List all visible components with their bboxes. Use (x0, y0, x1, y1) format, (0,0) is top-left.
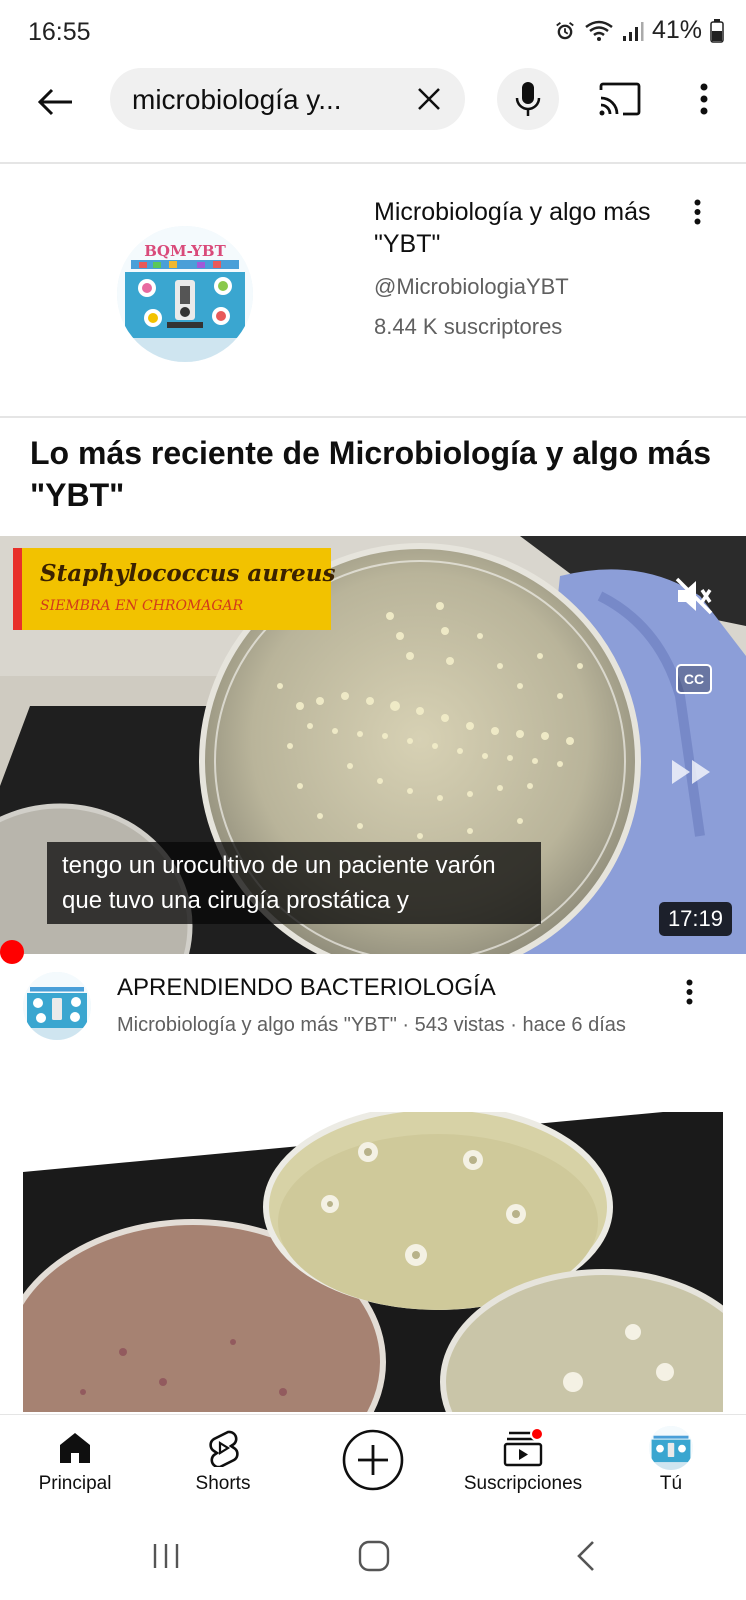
channel-avatar[interactable]: BQM-YBT (117, 226, 253, 362)
channel-more-button[interactable] (682, 192, 712, 232)
captions-label: CC (683, 671, 705, 687)
status-bar: 16:55 41% (0, 0, 746, 62)
channel-name[interactable]: Microbiología y algo más "YBT" (374, 196, 694, 260)
more-vert-icon (700, 83, 708, 115)
channel-logo: BQM-YBT (117, 226, 253, 362)
video-meta[interactable]: APRENDIENDO BACTERIOLOGÍA Microbiología … (0, 960, 746, 1070)
fast-forward-icon[interactable] (670, 758, 712, 786)
title-card-main: Staphylococcus aureus (40, 560, 336, 587)
back-arrow-icon (38, 88, 72, 116)
nav-label-you: Tú (659, 1473, 683, 1494)
home-system-button[interactable] (344, 1536, 404, 1576)
notification-dot (530, 1427, 544, 1441)
thumbnail-image (23, 1112, 723, 1412)
channel-subscribers: 8.44 K suscriptores (374, 314, 563, 339)
status-time: 16:55 (28, 18, 91, 46)
video-title[interactable]: APRENDIENDO BACTERIOLOGÍA (117, 974, 677, 1002)
nav-item-subscriptions[interactable]: Suscripciones (448, 1425, 598, 1505)
nav-label-shorts: Shorts (195, 1473, 251, 1494)
avatar (649, 1426, 693, 1470)
nav-label-subscriptions: Suscripciones (463, 1473, 583, 1494)
wifi-icon (585, 20, 613, 41)
nav-item-create[interactable] (298, 1425, 448, 1505)
recents-button[interactable] (136, 1536, 196, 1576)
channel-handle: @MicrobiologiaYBT (374, 274, 569, 299)
search-query: microbiología y... (132, 84, 342, 115)
nav-item-home[interactable]: Principal (0, 1425, 150, 1505)
alarm-icon (556, 21, 574, 39)
volume-off-icon (675, 577, 713, 615)
cast-button[interactable] (595, 76, 645, 122)
shorts-icon (209, 1430, 239, 1467)
battery-icon (710, 18, 724, 43)
more-options-button[interactable] (684, 74, 724, 124)
caption-line-1: tengo un urocultivo de un paciente varón (62, 852, 496, 879)
home-icon (60, 1433, 90, 1463)
system-nav-bar (0, 1510, 746, 1600)
voice-search-button[interactable] (497, 68, 559, 130)
more-vert-icon (686, 979, 692, 1005)
section-title: Lo más reciente de Microbiología y algo … (30, 435, 712, 513)
title-card-sub: SIEMBRA EN CHROMAGAR (40, 598, 244, 614)
clear-search-button[interactable] (411, 81, 447, 117)
mic-icon (515, 82, 541, 116)
video-title-card: Staphylococcus aureus SIEMBRA EN CHROMAG… (13, 548, 335, 630)
search-header: microbiología y... (0, 62, 746, 164)
recents-icon (153, 1544, 179, 1568)
nav-label-home: Principal (38, 1473, 112, 1494)
signal-icon (622, 21, 644, 41)
back-system-icon (577, 1541, 594, 1571)
mute-button[interactable] (670, 572, 718, 620)
caption-line-2: que tuvo una cirugía prostática y (62, 887, 409, 914)
battery-percent: 41% (651, 16, 702, 44)
video-channel-avatar[interactable] (23, 972, 91, 1040)
channel-info: Microbiología y algo más "YBT" @Microbio… (374, 196, 694, 340)
bottom-nav: Principal Shorts Suscripciones Tú (0, 1414, 746, 1510)
status-icons: 41% (554, 16, 724, 45)
channel-card[interactable]: BQM-YBT Microbiología y algo más "YBT" @… (0, 166, 746, 418)
search-input[interactable]: microbiología y... (110, 68, 465, 130)
video-thumbnail[interactable] (23, 1112, 723, 1412)
create-icon (342, 1429, 404, 1491)
video-metadata: Microbiología y algo más "YBT" · 543 vis… (117, 1014, 626, 1036)
channel-logo (23, 972, 91, 1040)
clear-icon (418, 88, 440, 110)
video-duration: 17:19 (658, 902, 732, 936)
video-caption: tengo un urocultivo de un paciente varón… (47, 842, 541, 924)
captions-button[interactable]: CC (676, 664, 712, 694)
more-vert-icon (694, 199, 700, 225)
video-player[interactable]: Staphylococcus aureus SIEMBRA EN CHROMAG… (0, 536, 746, 954)
back-button[interactable] (30, 76, 82, 128)
back-system-button[interactable] (556, 1536, 616, 1576)
home-system-icon (358, 1540, 390, 1572)
cast-icon (599, 82, 641, 116)
nav-item-you[interactable]: Tú (596, 1425, 746, 1505)
video-more-button[interactable] (674, 972, 704, 1012)
logo-text: BQM-YBT (144, 242, 226, 260)
nav-item-shorts[interactable]: Shorts (148, 1425, 298, 1505)
